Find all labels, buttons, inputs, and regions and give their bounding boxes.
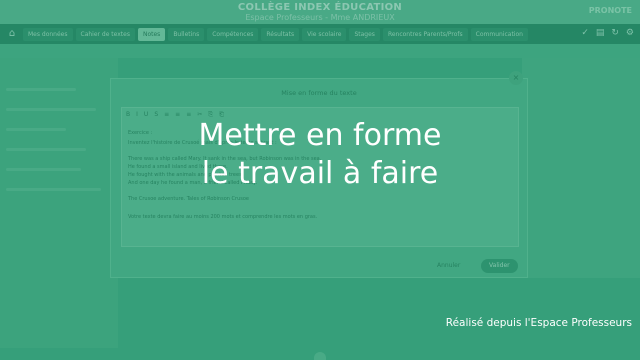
- footer-caption: Réalisé depuis l'Espace Professeurs: [445, 317, 632, 329]
- tutorial-headline: Mettre en forme le travail à faire: [0, 117, 640, 193]
- headline-line-1: Mettre en forme: [198, 118, 442, 153]
- headline-line-2: le travail à faire: [201, 156, 439, 191]
